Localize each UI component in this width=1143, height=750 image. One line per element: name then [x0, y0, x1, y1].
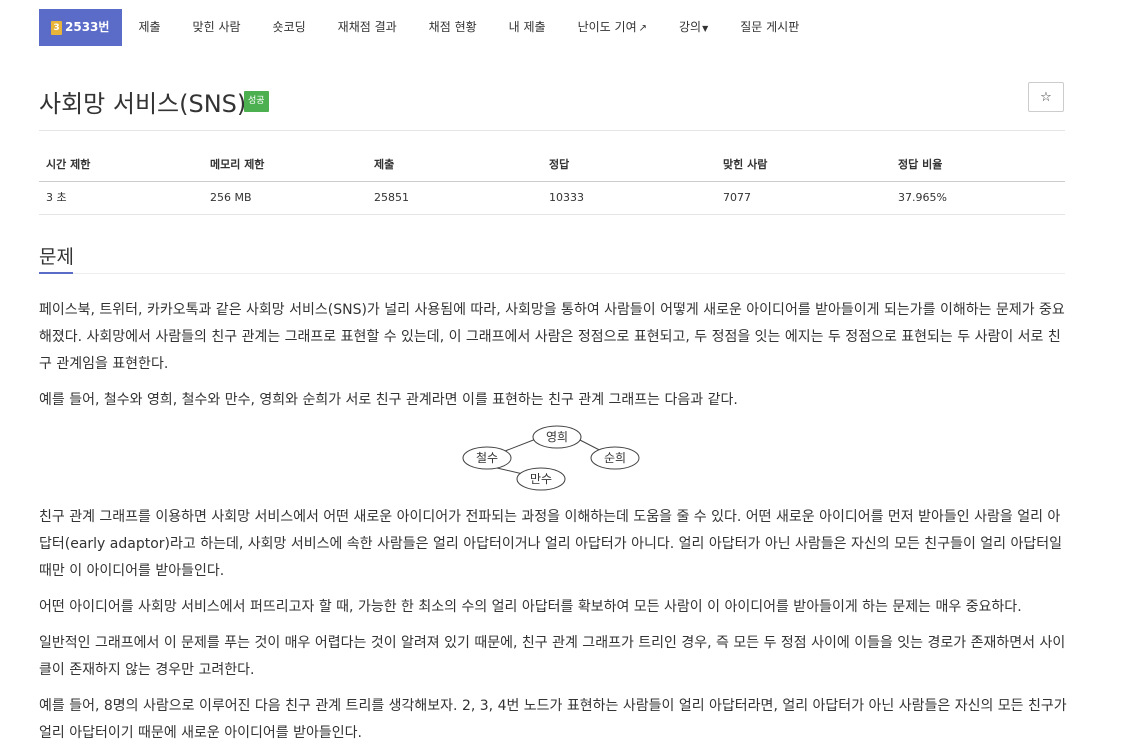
nav-difficulty-label: 난이도 기여 — [577, 19, 637, 34]
problem-title: 사회망 서비스(SNS) — [39, 90, 247, 118]
problem-paragraph: 예를 들어, 8명의 사람으로 이루어진 다음 친구 관계 트리를 생각해보자.… — [39, 698, 1067, 741]
nav-difficulty-contribution[interactable]: 난이도 기여 ↗ — [562, 9, 663, 47]
problem-paragraph: 어떤 아이디어를 사회망 서비스에서 퍼뜨리고자 할 때, 가능한 한 최소의 … — [39, 599, 1022, 615]
value-solvers: 7077 — [723, 191, 751, 204]
header-solvers: 맞힌 사람 — [723, 158, 768, 171]
page: 3 2533번 제출 맞힌 사람 숏코딩 재채점 결과 채점 현황 내 제출 난… — [0, 0, 1143, 750]
section-title-underline — [39, 272, 73, 274]
nav-solved-users[interactable]: 맞힌 사람 — [177, 9, 257, 46]
section-title: 문제 — [39, 246, 74, 268]
header-time-limit: 시간 제한 — [46, 158, 91, 171]
graph-node-label: 만수 — [530, 472, 552, 486]
header-submissions: 제출 — [374, 158, 395, 171]
problem-paragraph: 일반적인 그래프에서 이 문제를 푸는 것이 매우 어렵다는 것이 알려져 있기… — [39, 635, 1066, 678]
header-accept-rate: 정답 비율 — [898, 158, 943, 171]
nav-judge-status[interactable]: 채점 현황 — [413, 9, 493, 46]
graph-node-label: 철수 — [476, 451, 498, 465]
caret-down-icon: ▼ — [702, 23, 709, 33]
problem-paragraph: 친구 관계 그래프를 이용하면 사회망 서비스에서 어떤 새로운 아이디어가 전… — [39, 509, 1063, 579]
problem-paragraph: 예를 들어, 철수와 영희, 철수와 만수, 영희와 순희가 서로 친구 관계라… — [39, 392, 738, 408]
section-divider — [39, 273, 1065, 274]
problem-info-table: 시간 제한 메모리 제한 제출 정답 맞힌 사람 정답 비율 3 초 256 M… — [39, 151, 1065, 215]
value-memory-limit: 256 MB — [210, 191, 252, 204]
value-accepted: 10333 — [549, 191, 584, 204]
header-memory-limit: 메모리 제한 — [210, 158, 265, 171]
graph-edge — [496, 467, 524, 475]
problem-number-label: 2533번 — [65, 20, 110, 34]
title-divider — [39, 130, 1065, 131]
nav-lectures-dropdown[interactable]: 강의▼ — [663, 9, 724, 47]
nav-problem-number[interactable]: 3 2533번 — [39, 9, 123, 46]
star-button[interactable]: ☆ — [1028, 82, 1064, 112]
problem-nav: 3 2533번 제출 맞힌 사람 숏코딩 재채점 결과 채점 현황 내 제출 난… — [39, 9, 815, 46]
header-accepted: 정답 — [549, 158, 570, 171]
nav-short-coding[interactable]: 숏코딩 — [257, 9, 322, 46]
table-row: 3 초 256 MB 25851 10333 7077 37.965% — [39, 182, 1065, 214]
nav-submit[interactable]: 제출 — [122, 9, 176, 46]
status-badge: 성공 — [244, 91, 269, 112]
graph-node-label: 순희 — [604, 451, 626, 465]
nav-question-board[interactable]: 질문 게시판 — [724, 9, 815, 46]
friend-graph-diagram: 영희 철수 순희 만수 — [462, 425, 640, 491]
value-submissions: 25851 — [374, 191, 409, 204]
table-bottom-border — [39, 214, 1065, 215]
nav-lectures-label: 강의 — [679, 19, 702, 34]
problem-paragraph: 페이스북, 트위터, 카카오톡과 같은 사회망 서비스(SNS)가 널리 사용됨… — [39, 302, 1065, 372]
nav-my-submissions[interactable]: 내 제출 — [493, 9, 562, 46]
graph-node-label: 영희 — [546, 430, 568, 444]
value-accept-rate: 37.965% — [898, 191, 947, 204]
table-header-row: 시간 제한 메모리 제한 제출 정답 맞힌 사람 정답 비율 — [39, 151, 1065, 181]
value-time-limit: 3 초 — [46, 191, 67, 204]
tier-bronze-icon: 3 — [51, 20, 62, 35]
star-icon: ☆ — [1040, 89, 1052, 105]
nav-rejudge-results[interactable]: 재채점 결과 — [322, 9, 413, 46]
external-link-icon: ↗ — [638, 22, 647, 34]
